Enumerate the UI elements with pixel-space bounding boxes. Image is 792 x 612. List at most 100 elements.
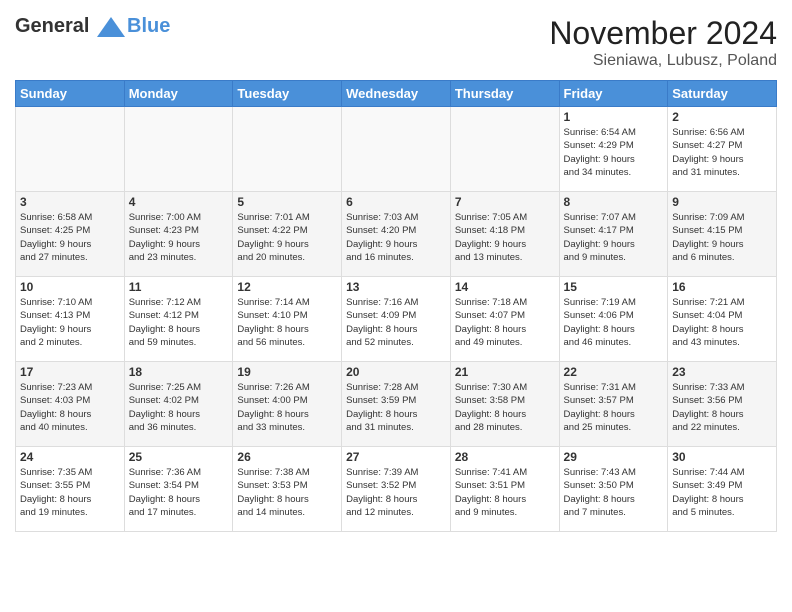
day-number: 12 [237, 280, 337, 294]
calendar-cell: 10 Sunrise: 7:10 AM Sunset: 4:13 PM Dayli… [16, 277, 125, 362]
calendar-cell: 27 Sunrise: 7:39 AM Sunset: 3:52 PM Dayli… [342, 447, 451, 532]
day-number: 13 [346, 280, 446, 294]
calendar-cell [342, 107, 451, 192]
calendar-week-5: 24 Sunrise: 7:35 AM Sunset: 3:55 PM Dayli… [16, 447, 777, 532]
day-number: 18 [129, 365, 229, 379]
day-info: Sunrise: 7:23 AM Sunset: 4:03 PM Dayligh… [20, 381, 120, 434]
day-number: 25 [129, 450, 229, 464]
day-info: Sunrise: 7:14 AM Sunset: 4:10 PM Dayligh… [237, 296, 337, 349]
day-number: 10 [20, 280, 120, 294]
day-info: Sunrise: 7:18 AM Sunset: 4:07 PM Dayligh… [455, 296, 555, 349]
calendar-cell: 12 Sunrise: 7:14 AM Sunset: 4:10 PM Dayli… [233, 277, 342, 362]
location: Sieniawa, Lubusz, Poland [549, 52, 777, 70]
col-header-monday: Monday [124, 81, 233, 107]
day-info: Sunrise: 7:39 AM Sunset: 3:52 PM Dayligh… [346, 466, 446, 519]
day-info: Sunrise: 6:56 AM Sunset: 4:27 PM Dayligh… [672, 126, 772, 179]
calendar-cell: 9 Sunrise: 7:09 AM Sunset: 4:15 PM Daylig… [668, 192, 777, 277]
col-header-tuesday: Tuesday [233, 81, 342, 107]
calendar-cell: 15 Sunrise: 7:19 AM Sunset: 4:06 PM Dayli… [559, 277, 668, 362]
day-number: 1 [564, 110, 664, 124]
calendar-cell: 7Sunrise: 7:05 AM Sunset: 4:18 PM Daylig… [450, 192, 559, 277]
day-number: 20 [346, 365, 446, 379]
calendar-cell: 21 Sunrise: 7:30 AM Sunset: 3:58 PM Dayli… [450, 362, 559, 447]
calendar-cell: 25 Sunrise: 7:36 AM Sunset: 3:54 PM Dayli… [124, 447, 233, 532]
day-number: 14 [455, 280, 555, 294]
logo-icon [97, 17, 125, 37]
title-section: November 2024 Sieniawa, Lubusz, Poland [549, 15, 777, 70]
calendar-cell: 18 Sunrise: 7:25 AM Sunset: 4:02 PM Dayli… [124, 362, 233, 447]
calendar-cell: 11Sunrise: 7:12 AM Sunset: 4:12 PM Dayli… [124, 277, 233, 362]
day-number: 28 [455, 450, 555, 464]
calendar-week-4: 17 Sunrise: 7:23 AM Sunset: 4:03 PM Dayli… [16, 362, 777, 447]
calendar-cell: 30 Sunrise: 7:44 AM Sunset: 3:49 PM Dayli… [668, 447, 777, 532]
day-number: 4 [129, 195, 229, 209]
calendar-cell: 24 Sunrise: 7:35 AM Sunset: 3:55 PM Dayli… [16, 447, 125, 532]
day-number: 9 [672, 195, 772, 209]
day-info: Sunrise: 7:36 AM Sunset: 3:54 PM Dayligh… [129, 466, 229, 519]
day-info: Sunrise: 7:35 AM Sunset: 3:55 PM Dayligh… [20, 466, 120, 519]
calendar-cell: 13 Sunrise: 7:16 AM Sunset: 4:09 PM Dayli… [342, 277, 451, 362]
calendar-cell: 16 Sunrise: 7:21 AM Sunset: 4:04 PM Dayli… [668, 277, 777, 362]
calendar-cell: 20 Sunrise: 7:28 AM Sunset: 3:59 PM Dayli… [342, 362, 451, 447]
day-number: 2 [672, 110, 772, 124]
day-info: Sunrise: 7:03 AM Sunset: 4:20 PM Dayligh… [346, 211, 446, 264]
day-number: 24 [20, 450, 120, 464]
day-number: 21 [455, 365, 555, 379]
calendar-week-1: 1Sunrise: 6:54 AM Sunset: 4:29 PM Daylig… [16, 107, 777, 192]
calendar-cell: 5Sunrise: 7:01 AM Sunset: 4:22 PM Daylig… [233, 192, 342, 277]
header: General Blue November 2024 Sieniawa, Lub… [15, 15, 777, 70]
calendar-cell: 22Sunrise: 7:31 AM Sunset: 3:57 PM Dayli… [559, 362, 668, 447]
day-info: Sunrise: 7:30 AM Sunset: 3:58 PM Dayligh… [455, 381, 555, 434]
calendar-cell: 19Sunrise: 7:26 AM Sunset: 4:00 PM Dayli… [233, 362, 342, 447]
page-container: General Blue November 2024 Sieniawa, Lub… [0, 0, 792, 542]
day-number: 26 [237, 450, 337, 464]
calendar-cell: 23 Sunrise: 7:33 AM Sunset: 3:56 PM Dayli… [668, 362, 777, 447]
logo-general: General [15, 15, 89, 37]
day-info: Sunrise: 7:38 AM Sunset: 3:53 PM Dayligh… [237, 466, 337, 519]
calendar-cell: 14 Sunrise: 7:18 AM Sunset: 4:07 PM Dayli… [450, 277, 559, 362]
day-number: 19 [237, 365, 337, 379]
logo: General Blue [15, 15, 170, 37]
day-number: 16 [672, 280, 772, 294]
day-info: Sunrise: 7:00 AM Sunset: 4:23 PM Dayligh… [129, 211, 229, 264]
calendar-cell: 26 Sunrise: 7:38 AM Sunset: 3:53 PM Dayli… [233, 447, 342, 532]
day-info: Sunrise: 7:41 AM Sunset: 3:51 PM Dayligh… [455, 466, 555, 519]
col-header-wednesday: Wednesday [342, 81, 451, 107]
day-info: Sunrise: 7:10 AM Sunset: 4:13 PM Dayligh… [20, 296, 120, 349]
day-number: 17 [20, 365, 120, 379]
day-number: 3 [20, 195, 120, 209]
calendar-cell: 1Sunrise: 6:54 AM Sunset: 4:29 PM Daylig… [559, 107, 668, 192]
col-header-saturday: Saturday [668, 81, 777, 107]
calendar-cell [233, 107, 342, 192]
calendar-table: SundayMondayTuesdayWednesdayThursdayFrid… [15, 80, 777, 532]
day-number: 8 [564, 195, 664, 209]
calendar-cell: 2 Sunrise: 6:56 AM Sunset: 4:27 PM Daylig… [668, 107, 777, 192]
day-info: Sunrise: 7:19 AM Sunset: 4:06 PM Dayligh… [564, 296, 664, 349]
calendar-cell: 17 Sunrise: 7:23 AM Sunset: 4:03 PM Dayli… [16, 362, 125, 447]
calendar-cell: 28 Sunrise: 7:41 AM Sunset: 3:51 PM Dayli… [450, 447, 559, 532]
day-number: 27 [346, 450, 446, 464]
day-info: Sunrise: 7:44 AM Sunset: 3:49 PM Dayligh… [672, 466, 772, 519]
calendar-cell: 6 Sunrise: 7:03 AM Sunset: 4:20 PM Daylig… [342, 192, 451, 277]
day-number: 6 [346, 195, 446, 209]
calendar-cell: 4 Sunrise: 7:00 AM Sunset: 4:23 PM Daylig… [124, 192, 233, 277]
day-number: 5 [237, 195, 337, 209]
day-info: Sunrise: 7:16 AM Sunset: 4:09 PM Dayligh… [346, 296, 446, 349]
day-number: 23 [672, 365, 772, 379]
day-info: Sunrise: 7:21 AM Sunset: 4:04 PM Dayligh… [672, 296, 772, 349]
day-info: Sunrise: 7:09 AM Sunset: 4:15 PM Dayligh… [672, 211, 772, 264]
calendar-cell [16, 107, 125, 192]
day-info: Sunrise: 6:58 AM Sunset: 4:25 PM Dayligh… [20, 211, 120, 264]
day-info: Sunrise: 7:28 AM Sunset: 3:59 PM Dayligh… [346, 381, 446, 434]
day-info: Sunrise: 7:33 AM Sunset: 3:56 PM Dayligh… [672, 381, 772, 434]
day-info: Sunrise: 7:05 AM Sunset: 4:18 PM Dayligh… [455, 211, 555, 264]
day-number: 15 [564, 280, 664, 294]
col-header-friday: Friday [559, 81, 668, 107]
day-info: Sunrise: 7:25 AM Sunset: 4:02 PM Dayligh… [129, 381, 229, 434]
day-info: Sunrise: 7:12 AM Sunset: 4:12 PM Dayligh… [129, 296, 229, 349]
calendar-header-row: SundayMondayTuesdayWednesdayThursdayFrid… [16, 81, 777, 107]
day-number: 22 [564, 365, 664, 379]
day-number: 30 [672, 450, 772, 464]
calendar-cell: 29Sunrise: 7:43 AM Sunset: 3:50 PM Dayli… [559, 447, 668, 532]
day-info: Sunrise: 7:43 AM Sunset: 3:50 PM Dayligh… [564, 466, 664, 519]
